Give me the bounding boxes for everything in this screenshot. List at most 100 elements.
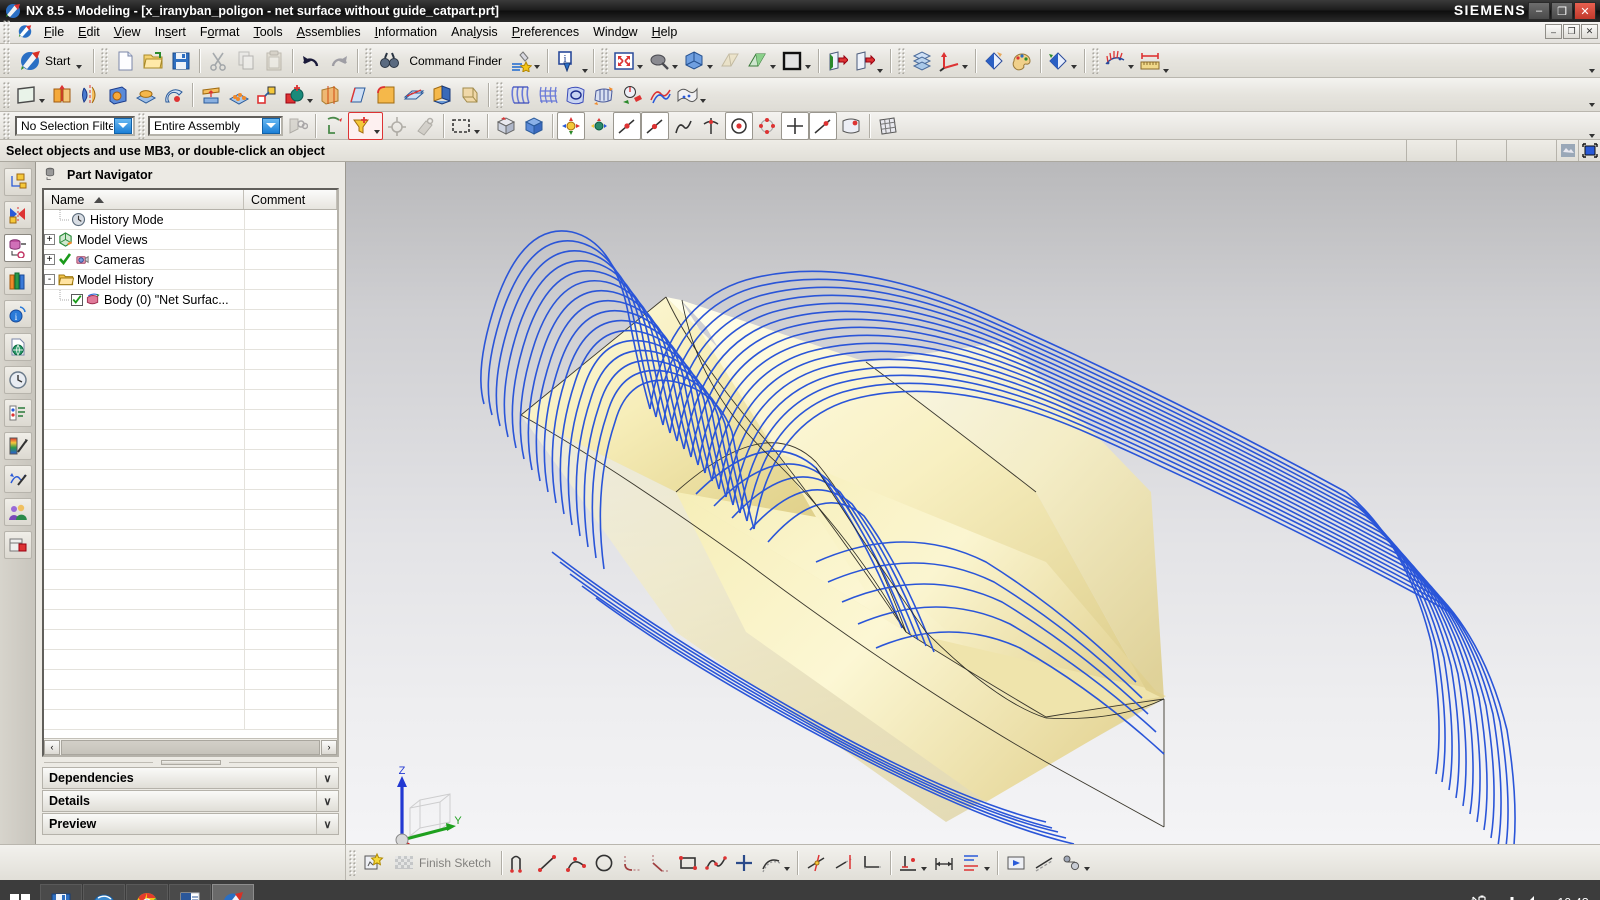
web-browser-button[interactable] xyxy=(3,333,32,361)
chevron-down-icon[interactable] xyxy=(960,47,969,75)
pattern-feature-button[interactable] xyxy=(225,81,253,109)
toolbar-grip-handle[interactable] xyxy=(3,112,10,139)
chevron-down-icon[interactable] xyxy=(982,849,991,877)
column-header-comment[interactable]: Comment xyxy=(244,190,337,209)
rotate-view-button[interactable] xyxy=(681,47,716,75)
column-header-name[interactable]: Name xyxy=(44,190,244,209)
chevron-down-icon[interactable] xyxy=(705,47,714,75)
toolbar-grip-handle[interactable] xyxy=(365,47,373,74)
layer-settings-button[interactable] xyxy=(908,47,936,75)
rectangle-button[interactable] xyxy=(674,849,702,877)
expand-toggle[interactable]: + xyxy=(44,254,55,265)
finish-sketch-button[interactable]: Finish Sketch xyxy=(387,849,497,877)
taskbar-nx[interactable] xyxy=(212,884,254,900)
sheet-curves-button[interactable] xyxy=(674,81,709,109)
toolbar-grip-handle[interactable] xyxy=(138,112,145,139)
chevron-down-icon[interactable] xyxy=(372,112,381,140)
info-window-button[interactable]: i xyxy=(552,47,580,75)
make-corner-button[interactable] xyxy=(858,849,886,877)
history-clock-button[interactable] xyxy=(3,366,32,394)
quadrant-point-button[interactable] xyxy=(753,112,781,140)
start-menu-button[interactable]: Start xyxy=(13,47,89,75)
menu-format[interactable]: Format xyxy=(193,23,247,42)
command-finder-button[interactable]: Command Finder xyxy=(403,47,508,75)
chevron-down-icon[interactable] xyxy=(262,117,280,134)
animate-dimension-button[interactable] xyxy=(1002,849,1030,877)
fillet-button[interactable] xyxy=(618,849,646,877)
taskbar-word[interactable]: W xyxy=(169,884,211,900)
boolean-unite-button[interactable] xyxy=(281,81,316,109)
tree-row-cameras[interactable]: + Cameras xyxy=(44,249,337,270)
scroll-left-button[interactable]: ‹ xyxy=(44,739,60,755)
toolbar-overflow-icon[interactable] xyxy=(1587,112,1596,140)
circle-button[interactable] xyxy=(590,849,618,877)
display-constraints-button[interactable] xyxy=(958,849,993,877)
chevron-down-icon[interactable] xyxy=(635,47,644,75)
quick-extend-button[interactable] xyxy=(830,849,858,877)
open-file-button[interactable] xyxy=(139,47,167,75)
tree-row-history-mode[interactable]: History Mode xyxy=(44,210,337,230)
materials-button[interactable] xyxy=(3,399,32,427)
redo-button[interactable] xyxy=(325,47,353,75)
visual-analysis-button[interactable] xyxy=(1045,47,1080,75)
fit-view-button[interactable] xyxy=(611,47,646,75)
reuse-library-button[interactable] xyxy=(3,267,32,295)
shaded-style-button[interactable] xyxy=(779,47,814,75)
chevron-down-icon[interactable] xyxy=(1126,47,1135,75)
visual-effects-button[interactable] xyxy=(3,465,32,493)
highlight-face-button[interactable] xyxy=(348,111,383,140)
through-curve-mesh-button[interactable] xyxy=(534,81,562,109)
section-details[interactable]: Details ∨ xyxy=(42,790,339,812)
graphics-viewport[interactable]: Z Y X xyxy=(346,162,1600,844)
chevron-down-icon[interactable]: ∨ xyxy=(316,791,338,811)
close-button[interactable]: ✕ xyxy=(1574,2,1596,20)
select-object-button[interactable] xyxy=(283,112,311,140)
thicken-button[interactable] xyxy=(456,81,484,109)
scrollbar-thumb[interactable] xyxy=(61,739,320,755)
edge-blend-button[interactable] xyxy=(372,81,400,109)
toolbar-grip-handle[interactable] xyxy=(898,47,906,74)
existing-point-button[interactable] xyxy=(585,112,613,140)
feature-checkbox[interactable] xyxy=(71,293,83,306)
chevron-down-icon[interactable] xyxy=(875,47,884,75)
point-on-surface-button[interactable] xyxy=(837,112,865,140)
convert-reference-button[interactable] xyxy=(1030,849,1058,877)
paste-button[interactable] xyxy=(260,47,288,75)
expand-toggle[interactable]: + xyxy=(44,234,55,245)
arc-center-button[interactable] xyxy=(725,111,753,140)
menu-assemblies[interactable]: Assemblies xyxy=(290,23,368,42)
toolbar-grip-handle[interactable] xyxy=(3,81,10,108)
chevron-down-icon[interactable] xyxy=(1069,47,1078,75)
draft-button[interactable] xyxy=(344,81,372,109)
toolbar-grip-handle[interactable] xyxy=(1092,47,1100,74)
offset-face-button[interactable] xyxy=(428,81,456,109)
taskbar-clock[interactable]: 10:48 xyxy=(1554,896,1592,900)
minimize-button[interactable]: – xyxy=(1528,2,1550,20)
mirror-feature-button[interactable] xyxy=(253,81,281,109)
profile-button[interactable] xyxy=(506,849,534,877)
studio-surface-button[interactable] xyxy=(562,81,590,109)
face-finder-button[interactable] xyxy=(320,112,348,140)
clip-far-button[interactable] xyxy=(851,47,886,75)
line-button[interactable] xyxy=(534,849,562,877)
scroll-right-button[interactable]: › xyxy=(321,739,337,755)
spline-button[interactable] xyxy=(702,849,730,877)
geometric-constraint-button[interactable] xyxy=(895,849,930,877)
menu-help[interactable]: Help xyxy=(645,23,685,42)
section-dependencies[interactable]: Dependencies ∨ xyxy=(42,767,339,789)
sketch-more-button[interactable] xyxy=(1058,849,1093,877)
toolbar-grip-handle[interactable] xyxy=(349,849,356,876)
menu-edit[interactable]: Edit xyxy=(71,23,107,42)
menu-analysis[interactable]: Analysis xyxy=(444,23,505,42)
snap-enable-button[interactable] xyxy=(557,111,585,140)
shell-button[interactable] xyxy=(160,81,188,109)
perspective-button[interactable] xyxy=(744,47,779,75)
tree-row-model-views[interactable]: + Model Views xyxy=(44,229,337,250)
chevron-down-icon[interactable] xyxy=(782,849,791,877)
toolbar-grip-handle[interactable] xyxy=(3,47,10,74)
box-select-button[interactable] xyxy=(492,112,520,140)
customize-commands-button[interactable] xyxy=(508,47,543,75)
render-style-button[interactable] xyxy=(980,47,1008,75)
chevron-down-icon[interactable] xyxy=(1161,47,1170,75)
control-point-button[interactable] xyxy=(669,112,697,140)
